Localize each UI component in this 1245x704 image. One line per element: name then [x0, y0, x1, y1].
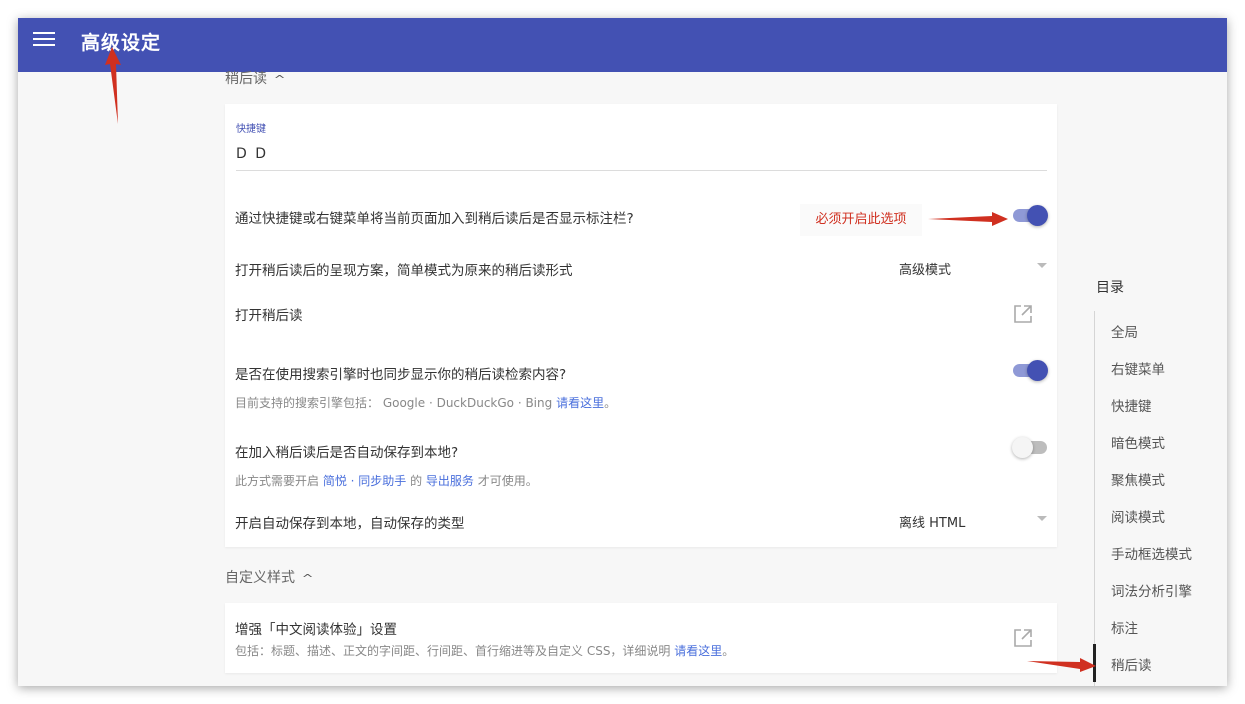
open-in-new-icon[interactable]: [1013, 628, 1033, 648]
presentation-label: 打开稍后读后的呈现方案，简单模式为原来的稍后读形式: [235, 263, 573, 279]
toc-item-read-mode[interactable]: 阅读模式: [1111, 506, 1165, 526]
open-read-later-label: 打开稍后读: [235, 308, 303, 324]
export-service-link[interactable]: 导出服务: [426, 474, 474, 488]
auto-save-type-label: 开启自动保存到本地，自动保存的类型: [235, 516, 465, 532]
toc-item-shortcuts[interactable]: 快捷键: [1111, 395, 1152, 415]
hamburger-menu-icon[interactable]: [33, 32, 55, 48]
chevron-up-icon: ^: [273, 73, 286, 86]
shortcut-underline: [236, 170, 1047, 171]
dropdown-arrow-icon: [1037, 516, 1047, 521]
toc-title: 目录: [1096, 280, 1124, 296]
section-header-custom-style[interactable]: 自定义样式 ^: [225, 567, 314, 587]
presentation-select-value: 高级模式: [899, 263, 952, 278]
search-sync-toggle[interactable]: [1013, 359, 1048, 381]
app-bar: 高级设定: [18, 18, 1227, 72]
shortcut-input[interactable]: D D: [236, 146, 268, 162]
auto-save-toggle[interactable]: [1012, 436, 1047, 458]
toc-item-lexer-engine[interactable]: 词法分析引擎: [1111, 580, 1192, 600]
app-window: 高级设定 稍后读 ^ 快捷键 D D 通过快捷键或右键菜单将当前页面加入到稍后读后…: [18, 18, 1227, 686]
enhance-suffix: 。: [722, 644, 735, 658]
dropdown-arrow-icon: [1037, 263, 1047, 268]
toc-divider: [1094, 311, 1095, 686]
annotation-note: 必须开启此选项: [800, 204, 922, 236]
search-sync-suffix: 。: [604, 396, 617, 410]
page-title: 高级设定: [81, 32, 162, 54]
section-title-read-later: 稍后读: [225, 71, 267, 87]
auto-save-description: 此方式需要开启 简悦 · 同步助手 的 导出服务 才可使用。: [235, 472, 538, 489]
show-annotation-bar-toggle[interactable]: [1013, 204, 1048, 226]
search-sync-description: 目前支持的搜索引擎包括： Google · DuckDuckGo · Bing …: [235, 394, 616, 411]
toc-active-indicator: [1093, 644, 1096, 682]
toc-item-annotation[interactable]: 标注: [1111, 617, 1138, 637]
sync-assistant-link[interactable]: 简悦 · 同步助手: [323, 474, 406, 488]
chevron-up-icon: ^: [301, 572, 314, 585]
presentation-select[interactable]: 高级模式: [899, 259, 1047, 278]
section-title-custom-style: 自定义样式: [225, 570, 295, 586]
custom-style-card: 增强「中文阅读体验」设置 包括：标题、描述、正文的字间距、行间距、首行缩进等及自…: [225, 603, 1057, 673]
search-sync-label: 是否在使用搜索引擎时也同步显示你的稍后读检索内容?: [235, 367, 567, 383]
toc-item-context-menu[interactable]: 右键菜单: [1111, 358, 1165, 378]
auto-save-label: 在加入稍后读后是否自动保存到本地?: [235, 445, 459, 461]
auto-save-mid: 的: [406, 474, 426, 488]
open-in-new-icon[interactable]: [1013, 304, 1033, 324]
enhance-reading-prefix: 包括：标题、描述、正文的字间距、行间距、首行缩进等及自定义 CSS，详细说明: [235, 644, 675, 658]
read-later-card: 快捷键 D D 通过快捷键或右键菜单将当前页面加入到稍后读后是否显示标注栏? 打…: [225, 104, 1057, 547]
search-engines-text: 目前支持的搜索引擎包括： Google · DuckDuckGo · Bing: [235, 396, 557, 410]
shortcut-field-label: 快捷键: [236, 124, 266, 135]
toc-item-manual-select[interactable]: 手动框选模式: [1111, 543, 1192, 563]
enhance-help-link[interactable]: 请看这里: [674, 644, 722, 658]
auto-save-prefix: 此方式需要开启: [235, 474, 323, 488]
enhance-reading-label: 增强「中文阅读体验」设置: [235, 622, 397, 638]
enhance-reading-description: 包括：标题、描述、正文的字间距、行间距、首行缩进等及自定义 CSS，详细说明 请…: [235, 642, 734, 659]
toc-item-global[interactable]: 全局: [1111, 321, 1138, 341]
section-header-read-later[interactable]: 稍后读 ^: [225, 68, 286, 88]
toc-item-read-later[interactable]: 稍后读: [1111, 654, 1152, 674]
auto-save-suffix: 才可使用。: [473, 474, 538, 488]
toc-item-dark-mode[interactable]: 暗色模式: [1111, 432, 1165, 452]
toc-item-focus-mode[interactable]: 聚焦模式: [1111, 469, 1165, 489]
search-sync-help-link[interactable]: 请看这里: [556, 396, 604, 410]
show-annotation-bar-label: 通过快捷键或右键菜单将当前页面加入到稍后读后是否显示标注栏?: [235, 211, 634, 227]
auto-save-type-value: 离线 HTML: [899, 516, 966, 531]
auto-save-type-select[interactable]: 离线 HTML: [899, 512, 1047, 531]
